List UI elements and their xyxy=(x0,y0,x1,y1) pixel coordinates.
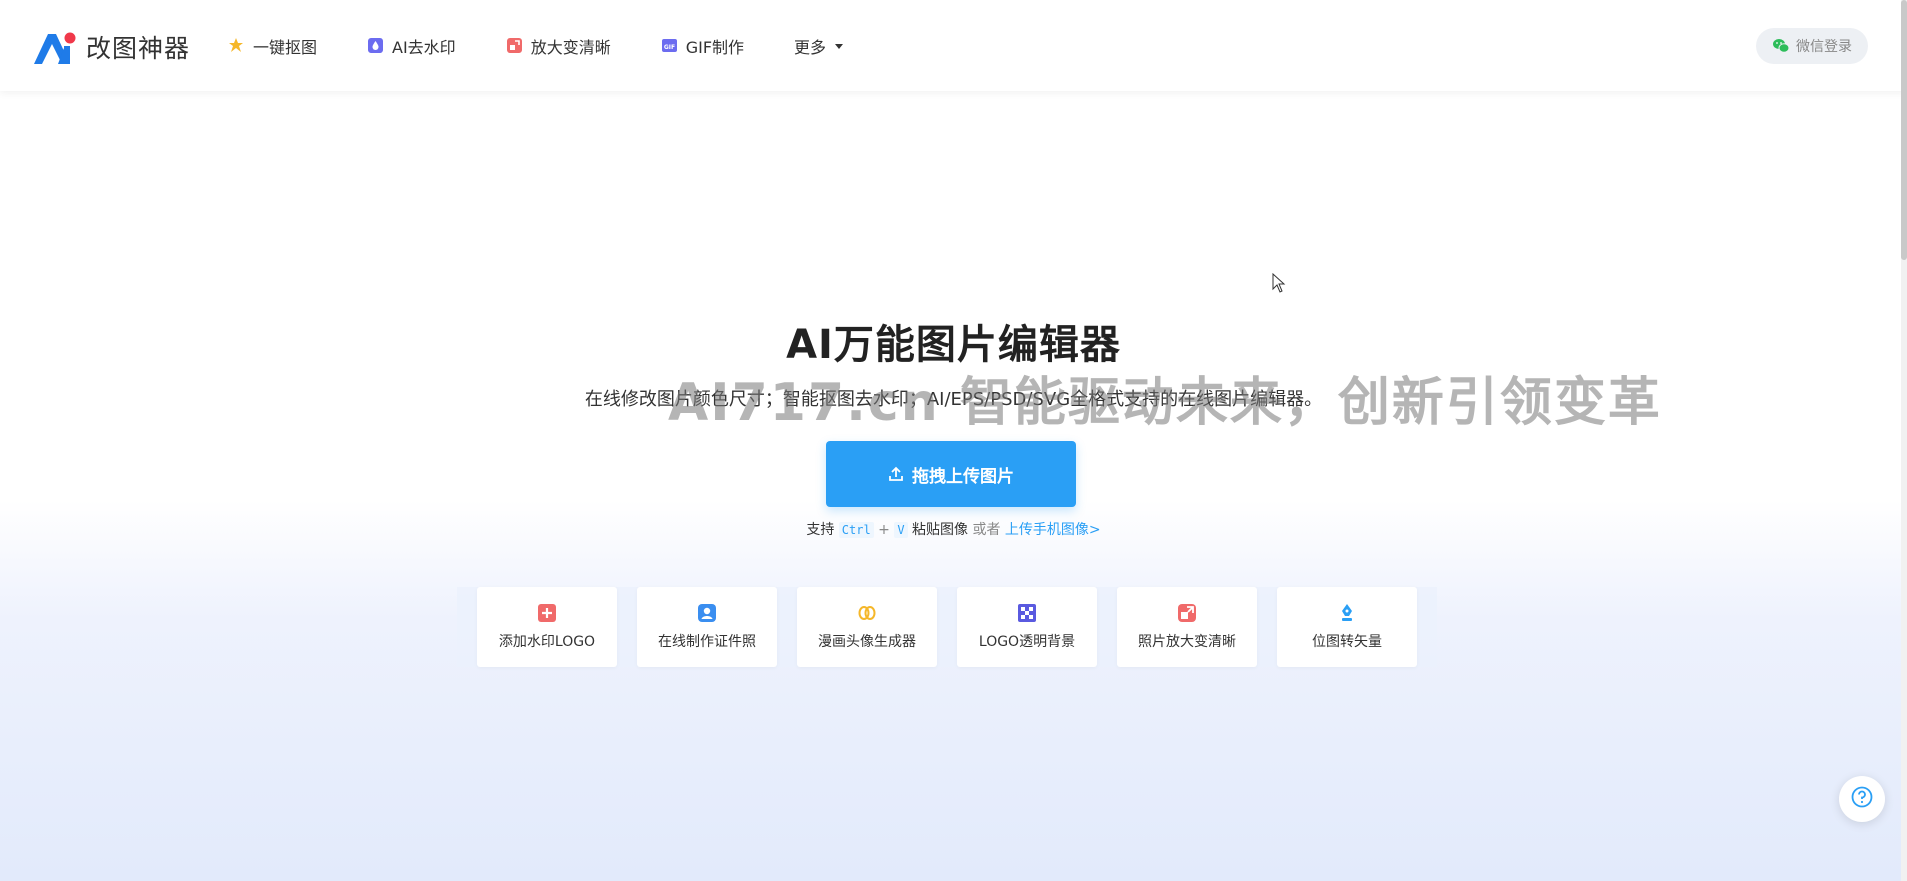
nav-item-more[interactable]: 更多 xyxy=(794,34,847,58)
brand-logo[interactable]: 改图神器 xyxy=(34,29,190,65)
page-scrollbar[interactable] xyxy=(1901,0,1907,881)
nav-item-cutout[interactable]: 一键抠图 xyxy=(228,34,317,58)
brand-name: 改图神器 xyxy=(86,34,191,63)
wechat-login-label: 微信登录 xyxy=(1796,39,1852,55)
nav-item-label: 更多 xyxy=(794,37,827,57)
tool-label: 在线制作证件照 xyxy=(658,634,756,650)
tool-label: 漫画头像生成器 xyxy=(818,634,916,650)
gif-icon: GIF xyxy=(661,37,678,54)
id-photo-icon xyxy=(697,603,717,623)
tool-label: 照片放大变清晰 xyxy=(1138,634,1236,650)
scrollbar-thumb[interactable] xyxy=(1901,0,1907,260)
enlarge-photo-icon xyxy=(1177,603,1197,623)
key-ctrl: Ctrl xyxy=(838,522,874,538)
droplet-icon xyxy=(367,37,384,54)
tool-cartoon-avatar[interactable]: 漫画头像生成器 xyxy=(797,587,937,667)
magic-star-icon xyxy=(228,37,245,54)
tool-photo-enlarge[interactable]: 照片放大变清晰 xyxy=(1117,587,1257,667)
paste-tip-prefix: 支持 xyxy=(806,522,835,538)
paste-tip: 支持 Ctrl + V 粘贴图像 或者 上传手机图像> xyxy=(0,519,1907,539)
help-button[interactable] xyxy=(1839,776,1885,822)
tool-add-watermark-logo[interactable]: 添加水印LOGO xyxy=(477,587,617,667)
caret-down-icon xyxy=(830,37,847,54)
pen-nib-icon xyxy=(1337,603,1357,623)
nav-item-label: GIF制作 xyxy=(685,37,745,57)
checkerboard-icon xyxy=(1017,603,1037,623)
nav-item-label: 放大变清晰 xyxy=(530,37,611,57)
nav-item-label: 一键抠图 xyxy=(253,37,318,57)
tool-id-photo[interactable]: 在线制作证件照 xyxy=(637,587,777,667)
tool-bitmap-to-vector[interactable]: 位图转矢量 xyxy=(1277,587,1417,667)
paste-tip-suffix: 粘贴图像 xyxy=(912,522,969,538)
nav-item-enlarge[interactable]: 放大变清晰 xyxy=(506,34,611,58)
upload-icon xyxy=(888,466,904,482)
question-icon xyxy=(1851,786,1873,812)
wechat-login-button[interactable]: 微信登录 xyxy=(1756,28,1868,64)
tool-label: LOGO透明背景 xyxy=(978,634,1076,650)
nav-item-gif[interactable]: GIF GIF制作 xyxy=(661,34,744,58)
watermark-overlay: AI717.cn 智能驱动未来，创新引领变革 xyxy=(668,373,1662,433)
tool-label: 位图转矢量 xyxy=(1312,634,1382,650)
nav-item-remove-watermark[interactable]: AI去水印 xyxy=(367,34,456,58)
nav-item-label: AI去水印 xyxy=(392,37,456,57)
mouse-cursor-icon xyxy=(1272,272,1286,297)
tool-logo-transparent[interactable]: LOGO透明背景 xyxy=(957,587,1097,667)
key-v: V xyxy=(894,522,908,538)
key-plus: + xyxy=(878,522,890,538)
cartoon-face-icon xyxy=(857,603,877,623)
brand-logo-icon xyxy=(34,30,80,64)
main-nav: 一键抠图 AI去水印 放大变清晰 GIF GIF制作 更多 xyxy=(228,0,897,91)
upload-image-button[interactable]: 拖拽上传图片 xyxy=(826,441,1076,507)
wechat-icon xyxy=(1772,38,1790,54)
paste-tip-or: 或者 xyxy=(972,522,1001,538)
upload-mobile-link[interactable]: 上传手机图像> xyxy=(1005,522,1101,538)
svg-text:GIF: GIF xyxy=(664,44,675,51)
plus-square-icon xyxy=(537,603,557,623)
upload-image-label: 拖拽上传图片 xyxy=(912,466,1014,487)
enlarge-icon xyxy=(506,37,523,54)
top-header: 改图神器 一键抠图 AI去水印 放大变清晰 GIF GIF制作 更多 微信登录 xyxy=(0,0,1907,91)
tool-label: 添加水印LOGO xyxy=(498,634,596,650)
